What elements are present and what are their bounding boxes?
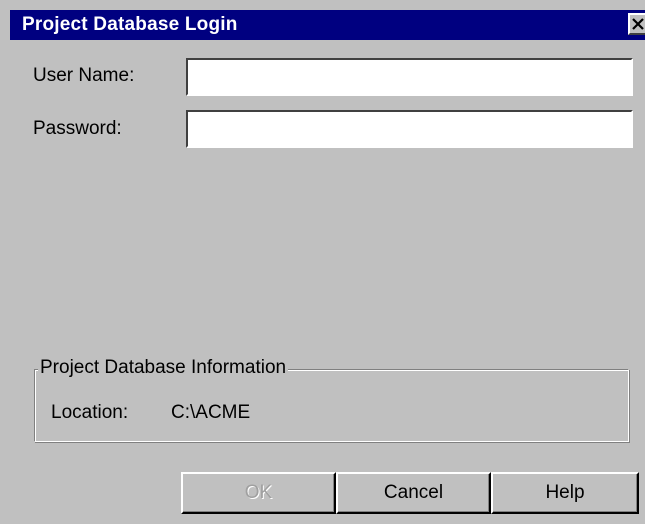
password-input[interactable]: [186, 110, 633, 148]
location-label: Location:: [51, 402, 129, 423]
project-info-legend: Project Database Information: [38, 357, 289, 379]
login-dialog: Project Database Login User Name: Passwo…: [0, 0, 645, 524]
ok-button[interactable]: OK: [181, 472, 336, 514]
window-title: Project Database Login: [22, 14, 238, 35]
username-input[interactable]: [186, 58, 633, 96]
location-value: C:\ACME: [171, 402, 251, 423]
password-label: Password:: [33, 118, 122, 139]
close-icon: [632, 18, 644, 30]
title-bar[interactable]: Project Database Login: [10, 10, 645, 40]
help-button[interactable]: Help: [491, 472, 639, 514]
close-button[interactable]: [628, 13, 645, 35]
username-label: User Name:: [33, 65, 135, 86]
cancel-button[interactable]: Cancel: [336, 472, 491, 514]
